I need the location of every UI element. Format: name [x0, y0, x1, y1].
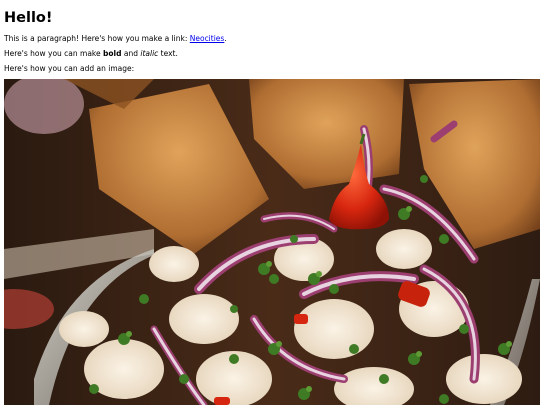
- formatting-text-3: text.: [158, 49, 178, 58]
- image-intro-paragraph: Here's how you can add an image:: [4, 64, 135, 73]
- link-paragraph: This is a paragraph! Here's how you make…: [4, 34, 536, 44]
- ceviche-photo: [4, 79, 540, 405]
- page: Hello! This is a paragraph! Here's how y…: [0, 9, 540, 405]
- bold-text: bold: [103, 49, 122, 58]
- italic-text: italic: [140, 49, 159, 58]
- neocities-link[interactable]: Neocities: [190, 34, 225, 43]
- formatting-paragraph: Here's how you can make bold and italic …: [4, 49, 536, 59]
- formatting-text-1: Here's how you can make: [4, 49, 103, 58]
- link-paragraph-end: .: [224, 34, 227, 43]
- link-paragraph-text: This is a paragraph! Here's how you make…: [4, 34, 190, 43]
- formatting-text-2: and: [121, 49, 141, 58]
- page-heading: Hello!: [4, 10, 53, 26]
